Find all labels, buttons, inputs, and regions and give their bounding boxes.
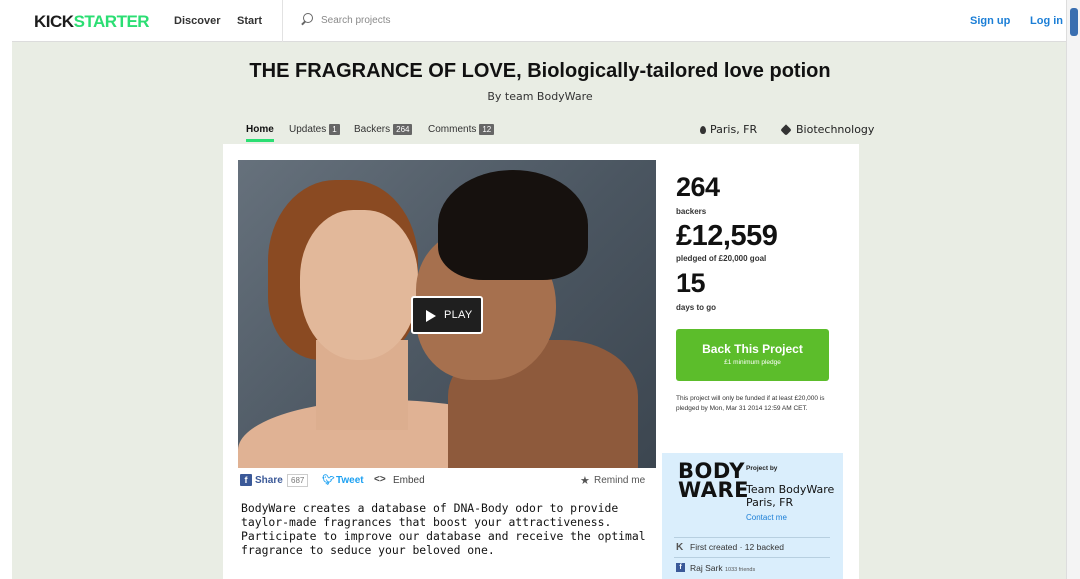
location-pin-icon (700, 126, 706, 134)
creator-divider-2 (674, 557, 830, 558)
contact-me-link[interactable]: Contact me (746, 513, 787, 522)
nav-discover-link[interactable]: Discover (174, 15, 220, 27)
search-placeholder: Search projects (321, 15, 391, 26)
video-still-hair-2 (438, 170, 588, 280)
play-button[interactable]: PLAY (411, 296, 483, 334)
log-in-link[interactable]: Log in (1030, 15, 1063, 27)
share-button[interactable]: Share (255, 475, 283, 486)
project-byline[interactable]: By team BodyWare (0, 90, 1080, 103)
top-nav: KICKSTARTER Discover Start Search projec… (12, 0, 1066, 42)
logo-part1: KICK (34, 12, 74, 31)
days-to-go-label: days to go (676, 303, 717, 312)
project-location[interactable]: Paris, FR (700, 123, 757, 136)
project-category[interactable]: Biotechnology (780, 123, 875, 136)
remind-me-button[interactable]: Remind me (594, 475, 645, 486)
project-blurb: BodyWare creates a database of DNA-Body … (241, 501, 646, 557)
facebook-icon[interactable]: f (240, 474, 252, 486)
tab-backers-label: Backers (354, 124, 391, 135)
tab-updates[interactable]: Updates 1 (289, 124, 340, 135)
share-count: 687 (287, 474, 309, 487)
funding-note: This project will only be funded if at l… (676, 395, 825, 412)
friend-name: Raj Sark (690, 563, 723, 573)
scrollbar-thumb[interactable] (1070, 8, 1078, 36)
tab-home[interactable]: Home (246, 124, 274, 135)
tab-updates-count: 1 (329, 124, 340, 135)
creator-box: BODY WARE Project by Team BodyWare Paris… (662, 453, 843, 579)
tab-updates-label: Updates (289, 124, 327, 135)
creator-divider (674, 537, 830, 538)
backers-label: backers (676, 207, 707, 216)
location-label: Paris, FR (710, 123, 758, 136)
embed-button[interactable]: Embed (393, 475, 425, 486)
back-button-title: Back This Project (702, 342, 803, 356)
back-this-project-button[interactable]: Back This Project £1 minimum pledge (676, 329, 829, 381)
tab-comments-count: 12 (479, 124, 495, 135)
logo-line2: WARE (678, 478, 749, 502)
creator-facebook[interactable]: Raj Sark 1033 friends (690, 563, 755, 573)
pledged-amount: £12,559 (676, 220, 778, 252)
tab-comments-label: Comments (428, 124, 477, 135)
tab-comments[interactable]: Comments 12 (428, 124, 495, 135)
embed-icon[interactable]: <> (374, 474, 386, 485)
tag-icon (780, 124, 792, 136)
creator-name[interactable]: Team BodyWare (746, 483, 834, 496)
search-icon (300, 13, 313, 26)
nav-divider (282, 0, 283, 42)
twitter-icon[interactable]: 🐦︎ (322, 475, 335, 486)
project-title: THE FRAGRANCE OF LOVE, Biologically-tail… (249, 60, 831, 82)
tab-backers[interactable]: Backers 264 (354, 124, 413, 135)
sign-up-link[interactable]: Sign up (970, 15, 1010, 27)
logo-part2: STARTER (73, 12, 150, 31)
search-input[interactable]: Search projects (300, 13, 480, 31)
tweet-button[interactable]: Tweet (336, 475, 364, 486)
backers-count: 264 (676, 172, 720, 202)
creator-history: First created · 12 backed (690, 542, 785, 552)
nav-start-link[interactable]: Start (237, 15, 262, 27)
kickstarter-logo[interactable]: KICKSTARTER (34, 12, 150, 32)
bodyware-logo[interactable]: BODY WARE (678, 461, 749, 502)
back-button-subtitle: £1 minimum pledge (724, 359, 781, 366)
scrollbar[interactable] (1066, 0, 1080, 579)
tab-home-label: Home (246, 124, 274, 135)
share-bar: f Share 687 🐦︎ Tweet <> Embed ★ Remind m… (240, 474, 656, 490)
friend-count: 1033 friends (724, 567, 756, 573)
video-still-face (300, 210, 418, 360)
category-label: Biotechnology (796, 123, 875, 136)
play-label: PLAY (444, 309, 473, 321)
project-by-label: Project by (746, 465, 778, 472)
facebook-small-icon: f (676, 563, 685, 572)
play-icon (426, 310, 436, 322)
left-edge (0, 0, 12, 579)
creator-location: Paris, FR (746, 496, 794, 509)
tab-backers-count: 264 (393, 124, 413, 135)
project-video[interactable]: PLAY (238, 160, 656, 468)
star-icon[interactable]: ★ (580, 474, 590, 487)
pledged-label: pledged of £20,000 goal (676, 254, 767, 263)
kickstarter-k-icon: K (676, 542, 684, 553)
days-to-go-count: 15 (676, 268, 706, 298)
active-tab-indicator (246, 139, 274, 142)
